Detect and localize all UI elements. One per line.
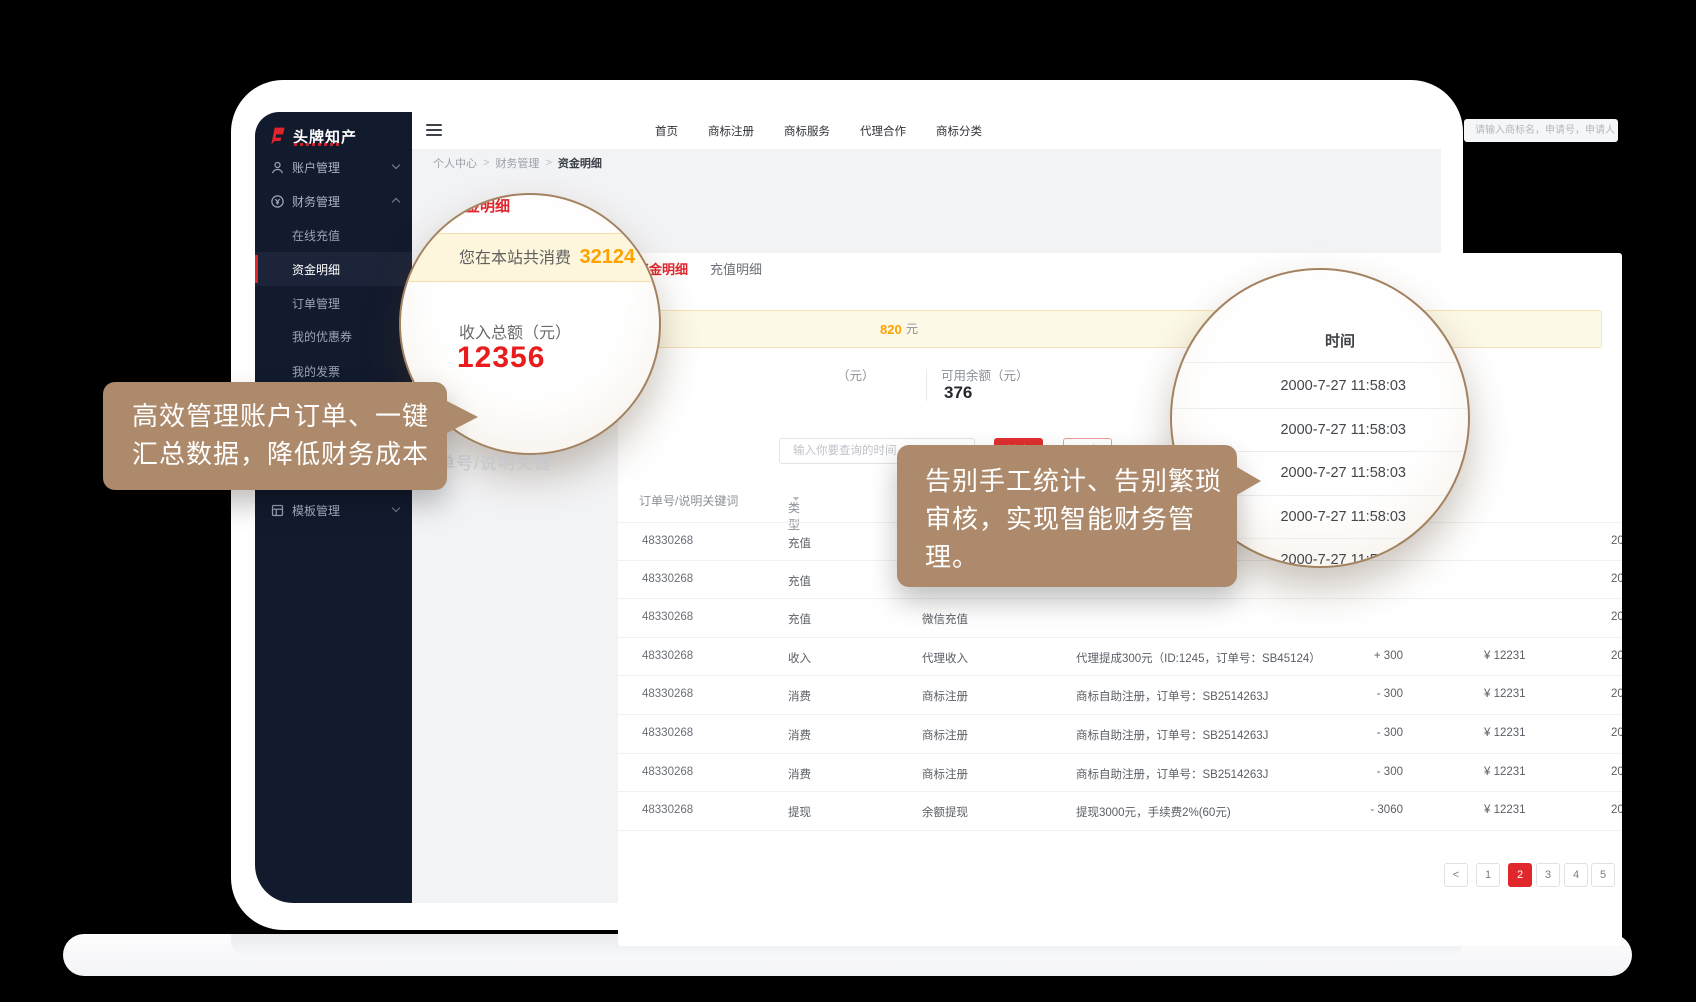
breadcrumb-separator: > (483, 157, 489, 169)
sidebar: 头牌知产 账户管理 财务管理 在线充值 资金明细 订单管理 我的优惠券 我的发票… (255, 112, 412, 903)
tab-recharge-detail[interactable]: 充值明细 (710, 259, 762, 278)
nav-link-trademark-services[interactable]: 商标服务 (784, 123, 830, 139)
sidebar-item-label: 财务管理 (292, 193, 340, 210)
finance-icon (270, 194, 285, 209)
app-logo[interactable]: 头牌知产 (268, 121, 357, 151)
lens-separator (1172, 362, 1468, 363)
prev-page-button[interactable]: < (1444, 863, 1468, 887)
table-row: 48330268消费商标注册商标自助注册，订单号：SB2514263J- 300… (618, 676, 1622, 715)
chevron-down-icon (392, 161, 400, 169)
lens-banner-unit: 元 (644, 250, 659, 267)
page-button-1[interactable]: 1 (1476, 863, 1500, 887)
col-type-header[interactable]: 类型 (788, 492, 799, 506)
callout-left-line: 汇总数据，降低财务成本 (132, 435, 447, 473)
lens-income-value: 12356 (457, 341, 545, 375)
callout-arrow-right-icon (445, 400, 478, 434)
nav-link-trademark-register[interactable]: 商标注册 (708, 123, 754, 139)
pagination: < 1 2 3 4 5 (618, 863, 1622, 887)
logo-icon (268, 126, 288, 146)
stat-balance-label: 可用余额（元） (941, 365, 1029, 384)
nav-link-trademark-classes[interactable]: 商标分类 (936, 123, 982, 139)
hamburger-icon[interactable] (419, 120, 449, 142)
breadcrumb-current: 资金明细 (558, 155, 602, 171)
table-row: 48330268消费商标注册商标自助注册，订单号：SB2514263J- 300… (618, 754, 1622, 793)
global-search-input[interactable]: 请输入商标名，申请号，申请人 (1464, 119, 1618, 142)
sidebar-item-label: 模板管理 (292, 502, 340, 519)
nav-link-home[interactable]: 首页 (655, 123, 678, 139)
table-row: 48330268收入代理收入代理提成300元（ID:1245，订单号：SB451… (618, 638, 1622, 677)
breadcrumb-item[interactable]: 财务管理 (495, 155, 539, 171)
page-button-4[interactable]: 4 (1564, 863, 1588, 887)
breadcrumb: 个人中心 > 财务管理 > 资金明细 (433, 155, 602, 171)
callout-right-line: 审核，实现智能财务管 (925, 500, 1237, 538)
sidebar-item-label: 账户管理 (292, 159, 340, 176)
stat-expense-unit: （元） (837, 365, 875, 384)
nav-links: 首页 商标注册 商标服务 代理合作 商标分类 (655, 112, 982, 150)
sidebar-item-account[interactable]: 账户管理 (255, 150, 412, 184)
lens-tab-fragment: 资金明细 (450, 195, 510, 216)
sidebar-sub-coupons[interactable]: 我的优惠券 (255, 319, 412, 353)
callout-right: 告别手工统计、告别繁琐 审核，实现智能财务管 理。 (897, 445, 1237, 587)
breadcrumb-separator: > (545, 157, 551, 169)
callout-arrow-right-icon (1235, 466, 1261, 496)
chevron-down-icon (392, 504, 400, 512)
callout-left-line: 高效管理账户订单、一键 (132, 397, 447, 435)
page-button-2-active[interactable]: 2 (1508, 863, 1532, 887)
top-navbar: 首页 商标注册 商标服务 代理合作 商标分类 请输入商标名，申请号，申请人 (412, 112, 1441, 150)
funds-detail-card: 资金明细 充值明细 820 元 （元） 可用余额（元） 376 输入你要查询的时… (618, 253, 1622, 946)
banner-amount: 820 (880, 311, 902, 348)
callout-right-line: 理。 (925, 538, 1237, 576)
sidebar-sub-orders[interactable]: 订单管理 (255, 286, 412, 320)
table-row: 48330268充值微信充值2000-7-27 11:58:03 (618, 599, 1622, 638)
sidebar-sub-recharge[interactable]: 在线充值 (255, 218, 412, 252)
table-row: 48330268消费商标注册商标自助注册，订单号：SB2514263J- 300… (618, 715, 1622, 754)
breadcrumb-item[interactable]: 个人中心 (433, 155, 477, 171)
stat-divider (926, 369, 927, 401)
sidebar-sub-funds-detail[interactable]: 资金明细 (255, 252, 412, 286)
page-canvas: 头牌知产 账户管理 财务管理 在线充值 资金明细 订单管理 我的优惠券 我的发票… (0, 0, 1696, 1002)
lens-banner-prefix: 您在本站共消费 (459, 250, 571, 267)
lens-time-header: 时间 (1172, 330, 1468, 351)
sidebar-item-templates[interactable]: 模板管理 (255, 493, 412, 527)
logo-tagline (294, 143, 340, 146)
callout-right-line: 告别手工统计、告别繁琐 (925, 462, 1237, 500)
lens-banner-strip: 您在本站共消费 32124 元 (399, 233, 661, 282)
lens-time-row: 2000-7-27 11:58:03 (1170, 365, 1468, 409)
user-icon (270, 160, 285, 175)
template-icon (270, 503, 285, 518)
page-button-3[interactable]: 3 (1536, 863, 1560, 887)
table-row: 48330268提现余额提现提现3000元，手续费2%(60元)- 3060¥ … (618, 792, 1622, 831)
lens-banner-amount: 32124 (579, 246, 635, 268)
callout-left: 高效管理账户订单、一键 汇总数据，降低财务成本 (103, 382, 447, 490)
sidebar-item-finance[interactable]: 财务管理 (255, 184, 412, 218)
stat-balance-value: 376 (944, 383, 972, 403)
banner-unit: 元 (906, 311, 918, 348)
col-order-header: 订单号/说明关键词 (639, 492, 738, 509)
chevron-up-icon (392, 198, 400, 206)
page-button-5[interactable]: 5 (1591, 863, 1615, 887)
nav-link-agency[interactable]: 代理合作 (860, 123, 906, 139)
lens-income-label: 收入总额（元） (459, 319, 571, 343)
